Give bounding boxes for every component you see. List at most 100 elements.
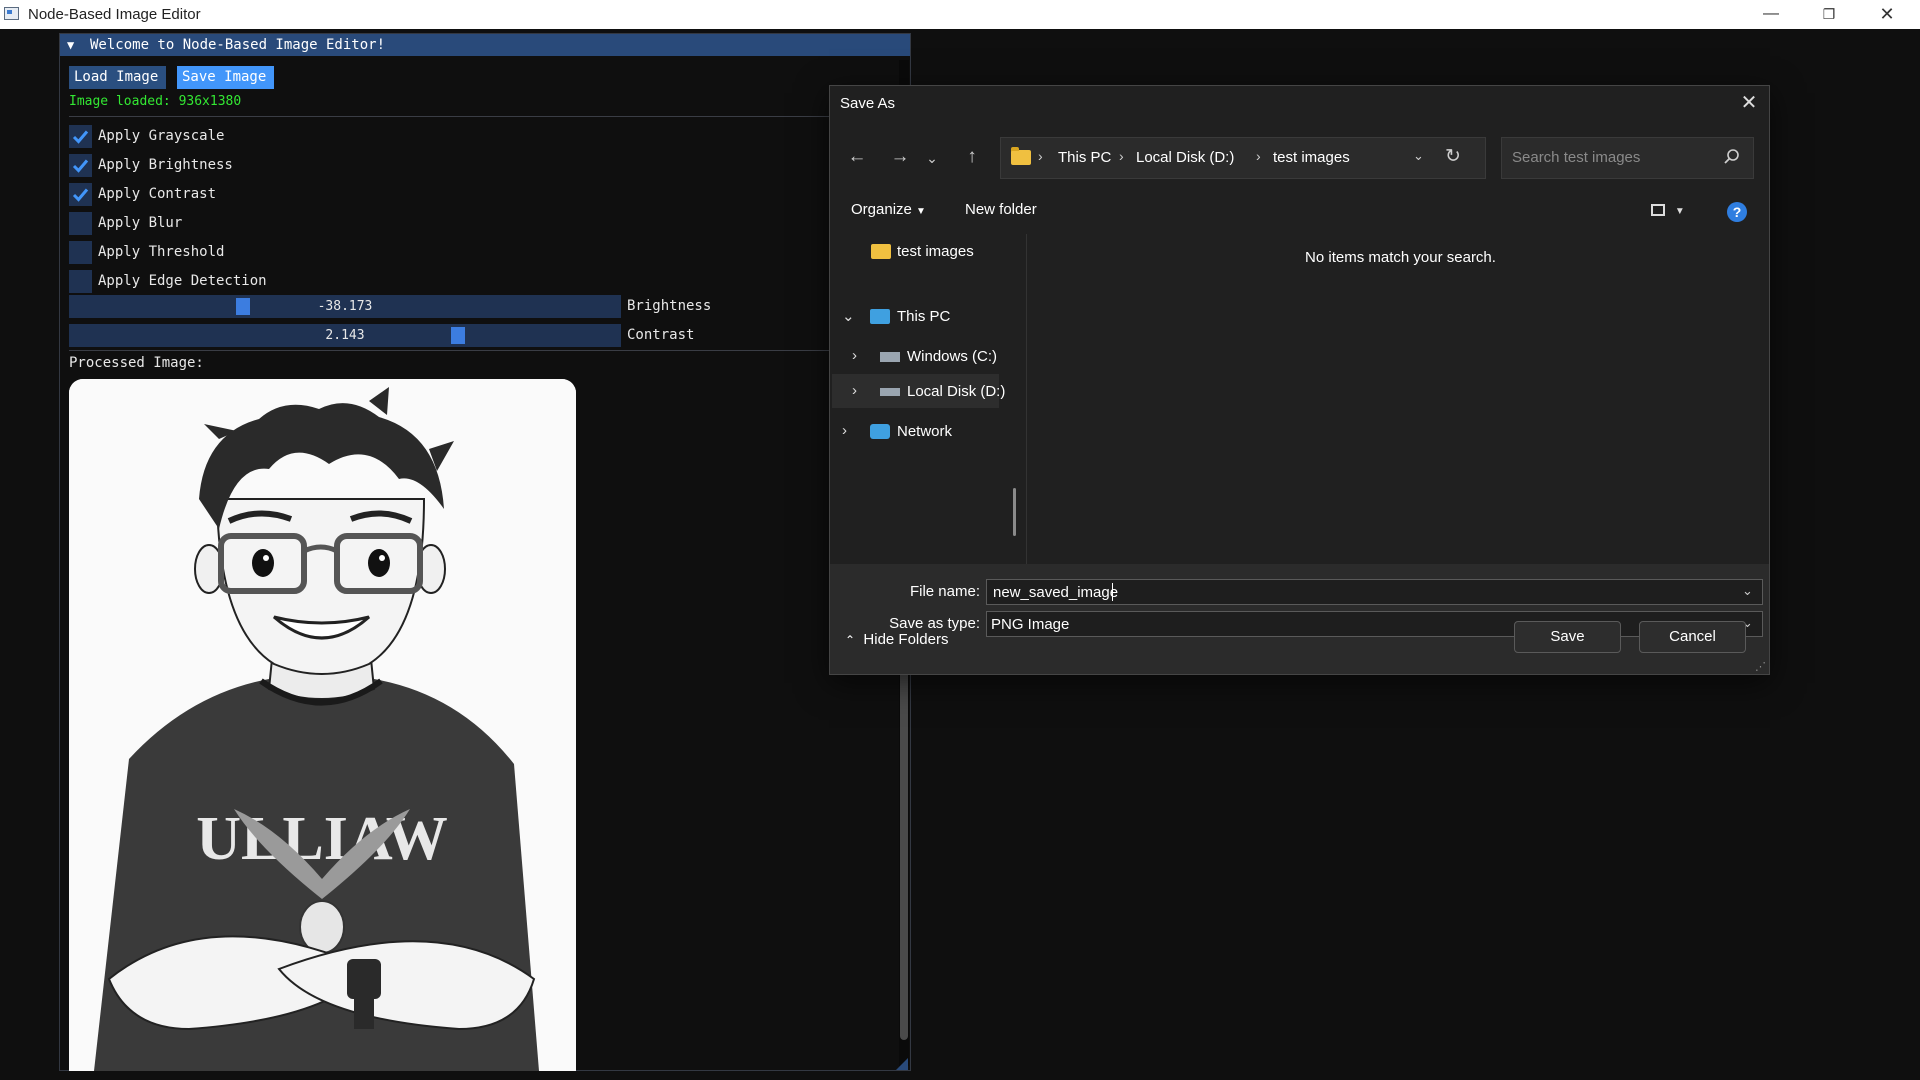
tree-label: This PC — [897, 308, 951, 325]
collapsed-chevron-icon[interactable]: › — [852, 382, 857, 399]
slider-value: 2.143 — [325, 328, 365, 343]
breadcrumb-separator-icon: › — [1119, 148, 1124, 164]
cancel-button[interactable]: Cancel — [1639, 621, 1746, 653]
dialog-resize-grip-icon[interactable]: ⋰ — [1755, 660, 1766, 673]
checkmark-icon — [72, 130, 89, 144]
separator — [69, 350, 837, 351]
file-name-label: File name: — [909, 583, 980, 600]
slider-value: -38.173 — [317, 299, 373, 314]
checkbox-label: Apply Brightness — [98, 157, 233, 173]
address-bar[interactable]: › This PC › Local Disk (D:) › test image… — [1000, 137, 1486, 179]
minimize-icon[interactable]: — — [1742, 0, 1800, 29]
computer-icon — [870, 309, 890, 324]
tree-scrollbar[interactable] — [1013, 488, 1016, 536]
breadcrumb-test-images[interactable]: test images — [1273, 149, 1350, 166]
organize-label: Organize — [851, 201, 912, 218]
recent-chevron-icon[interactable]: ⌄ — [918, 150, 946, 167]
tree-item-this-pc[interactable]: ⌄ This PC — [830, 299, 1000, 333]
checkbox[interactable] — [69, 241, 92, 264]
collapsed-chevron-icon[interactable]: › — [842, 422, 847, 439]
text-caret — [1112, 583, 1113, 601]
tree-item-test-images[interactable]: test images — [830, 234, 1000, 268]
forward-arrow-icon[interactable]: → — [886, 146, 914, 168]
save-button[interactable]: Save — [1514, 621, 1621, 653]
folder-icon — [871, 244, 891, 259]
back-arrow-icon[interactable]: ← — [843, 146, 871, 168]
view-options-button[interactable]: ▼ — [1651, 201, 1697, 221]
window-titlebar: Node-Based Image Editor — ❐ ✕ — [0, 0, 1920, 29]
hide-folders-toggle[interactable]: ⌃ Hide Folders — [845, 631, 948, 648]
hide-folders-label: Hide Folders — [863, 631, 949, 648]
chevron-down-icon[interactable]: ⌄ — [1742, 583, 1753, 599]
tree-label: Local Disk (D:) — [907, 383, 1006, 400]
up-arrow-icon[interactable]: ↑ — [958, 146, 986, 168]
search-placeholder: Search test images — [1512, 149, 1641, 166]
breadcrumb-local-disk[interactable]: Local Disk (D:) — [1136, 149, 1234, 166]
processed-image-label: Processed Image: — [69, 355, 204, 371]
search-input[interactable]: Search test images — [1501, 137, 1754, 179]
editor-panel: ▼ Welcome to Node-Based Image Editor! Lo… — [59, 33, 911, 1071]
search-icon — [1724, 149, 1739, 164]
dialog-title: Save As — [840, 95, 896, 112]
collapse-triangle-icon[interactable]: ▼ — [67, 34, 74, 56]
status-text: Image loaded: 936x1380 — [69, 94, 242, 109]
new-folder-button[interactable]: New folder — [965, 201, 1037, 218]
tree-label: Windows (C:) — [907, 348, 998, 365]
dropdown-caret-icon: ▼ — [916, 206, 926, 217]
collapsed-chevron-icon[interactable]: › — [852, 347, 857, 364]
checkbox-label: Apply Contrast — [98, 186, 217, 202]
refresh-icon[interactable]: ↻ — [1445, 145, 1461, 168]
close-icon[interactable]: ✕ — [1735, 90, 1763, 116]
processed-image-preview: ULLIAW — [69, 379, 576, 1071]
breadcrumb-separator-icon: › — [1256, 148, 1261, 164]
help-icon[interactable]: ? — [1727, 202, 1747, 222]
checkmark-icon — [72, 159, 89, 173]
tree-label: test images — [897, 243, 974, 260]
load-image-button[interactable]: Load Image — [69, 66, 166, 89]
network-icon — [870, 424, 890, 439]
navigation-pane: test images ⌄ This PC › Windows (C:) › L… — [830, 234, 1027, 564]
checkbox[interactable] — [69, 183, 92, 206]
panel-title: Welcome to Node-Based Image Editor! — [90, 37, 386, 53]
checkbox[interactable] — [69, 154, 92, 177]
separator — [69, 116, 837, 117]
dropdown-caret-icon: ▼ — [1674, 206, 1685, 217]
tree-label: Network — [897, 423, 953, 440]
file-options-area: File name: new_saved_image ⌄ Save as typ… — [830, 564, 1769, 674]
checkbox-label: Apply Threshold — [98, 244, 225, 260]
address-dropdown-icon[interactable]: ⌄ — [1413, 148, 1424, 164]
chevron-up-icon: ⌃ — [845, 633, 856, 647]
checkbox-label: Apply Edge Detection — [98, 273, 267, 289]
brightness-slider[interactable]: -38.173 — [69, 295, 621, 318]
save-image-button[interactable]: Save Image — [177, 66, 274, 89]
tree-item-windows-c[interactable]: › Windows (C:) — [830, 339, 1000, 373]
file-name-value: new_saved_image — [993, 584, 1119, 601]
close-window-icon[interactable]: ✕ — [1858, 0, 1916, 29]
checkbox[interactable] — [69, 125, 92, 148]
app-icon — [4, 7, 19, 20]
breadcrumb-this-pc[interactable]: This PC — [1058, 149, 1111, 166]
checkbox[interactable] — [69, 270, 92, 293]
resize-grip-icon[interactable] — [896, 1058, 908, 1070]
expanded-chevron-icon[interactable]: ⌄ — [842, 307, 855, 325]
empty-folder-message: No items match your search. — [1305, 249, 1496, 266]
save-type-label: Save as type: — [889, 615, 980, 632]
breadcrumb-separator-icon: › — [1038, 148, 1043, 164]
contrast-label: Contrast — [627, 327, 695, 343]
portrait-illustration: ULLIAW — [69, 379, 576, 1071]
tree-item-local-disk-d[interactable]: › Local Disk (D:) — [832, 374, 1005, 408]
view-icon — [1651, 204, 1665, 217]
tree-item-network[interactable]: › Network — [830, 414, 1000, 448]
save-as-dialog: Save As ✕ ← → ⌄ ↑ › This PC › Local Disk… — [829, 85, 1770, 675]
checkbox[interactable] — [69, 212, 92, 235]
restore-icon[interactable]: ❐ — [1800, 0, 1858, 29]
folder-icon — [1011, 147, 1031, 165]
organize-menu[interactable]: Organize ▼ — [851, 201, 926, 218]
contrast-slider[interactable]: 2.143 — [69, 324, 621, 347]
panel-header[interactable]: ▼ Welcome to Node-Based Image Editor! — [60, 34, 910, 56]
window-title: Node-Based Image Editor — [28, 6, 201, 23]
drive-icon — [880, 352, 900, 362]
checkmark-icon — [72, 188, 89, 202]
shirt-text: ULLIAW — [196, 805, 448, 873]
file-name-input[interactable]: new_saved_image ⌄ — [986, 579, 1763, 605]
